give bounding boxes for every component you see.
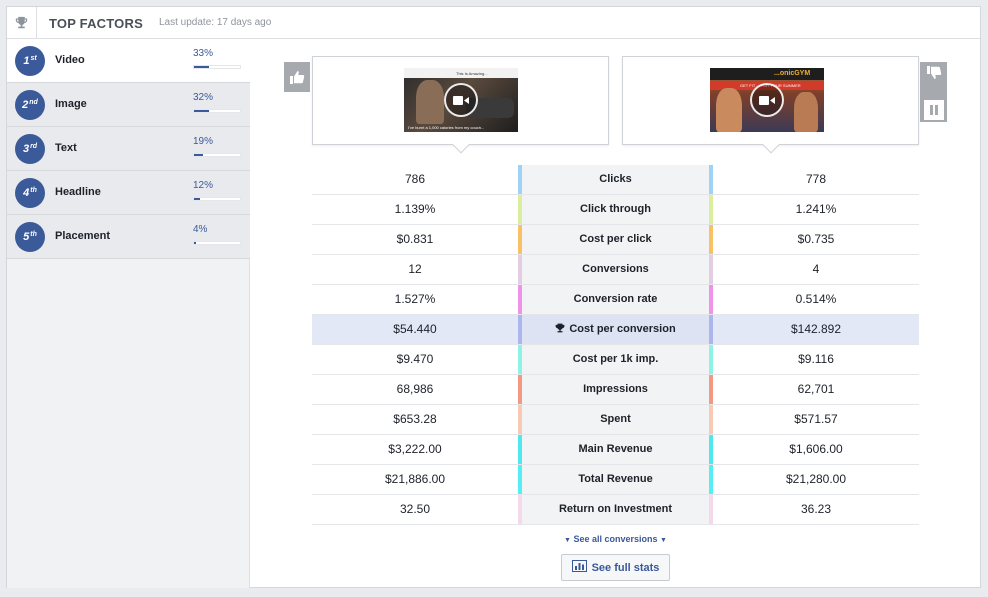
left-ad-value: $3,222.00 [388,442,442,456]
factor-name: Placement [55,230,111,242]
caret-down-icon: ▼ [660,537,667,544]
metric-label: Main Revenue [518,435,713,464]
right-ad-value: 62,701 [797,382,835,396]
right-ad-value: $571.57 [794,412,838,426]
thumbs-up-icon[interactable] [284,62,310,92]
left-ad-value: 1.527% [394,292,436,306]
ad-video-thumbnail[interactable]: ...onicGYM GET FIT ... FOR YOUR SUMMER [710,68,824,132]
metric-label: Cost per click [518,225,713,254]
left-ad-value: $653.28 [393,412,437,426]
factor-item-text[interactable]: 3rd Text 19% [7,127,250,171]
left-ad-value: 68,986 [396,382,434,396]
factor-percent: 33% [193,48,214,59]
gym-logo-text: ...onicGYM [774,70,811,77]
factor-name: Video [55,54,85,66]
see-full-stats-button[interactable]: See full stats [561,554,670,581]
factor-name: Headline [55,186,101,198]
factor-percent: 32% [193,92,214,103]
left-ad-value: $9.470 [396,352,434,366]
video-caption-top: This Is Amazing... [456,71,488,76]
factor-item-placement[interactable]: 5th Placement 4% [7,215,250,259]
factor-progress-bar [193,241,241,245]
loser-controls [920,62,947,122]
metric-label: Impressions [518,375,713,404]
ad-card-right[interactable]: ...onicGYM GET FIT ... FOR YOUR SUMMER [622,56,919,154]
factor-item-headline[interactable]: 4th Headline 12% [7,171,250,215]
caret-down-icon: ▼ [564,537,571,544]
play-video-icon[interactable] [750,83,784,117]
right-ad-value: 778 [805,172,827,186]
factor-name: Text [55,142,77,154]
metric-label: Conversions [518,255,713,284]
right-ad-value: 0.514% [795,292,837,306]
left-ad-value: $54.440 [393,322,437,336]
metric-label: Cost per 1k imp. [518,345,713,374]
table-row: $0.831 Cost per click $0.735 [312,225,919,255]
factors-sidebar: 1st Video 33% 2nd Image 32% 3rd Text 19%… [7,39,250,588]
table-row: 1.139% Click through 1.241% [312,195,919,225]
metric-label: Spent [518,405,713,434]
factor-percent: 4% [193,224,208,235]
table-row: 786 Clicks 778 [312,165,919,195]
rank-badge: 2nd [15,90,45,120]
table-row: $3,222.00 Main Revenue $1,606.00 [312,435,919,465]
metric-label: Return on Investment [518,495,713,524]
rank-badge: 4th [15,178,45,208]
top-factors-panel: TOP FACTORS Last update: 17 days ago 1st… [6,6,981,588]
metric-label: Click through [518,195,713,224]
factor-item-video[interactable]: 1st Video 33% [7,39,250,83]
thumbs-down-icon[interactable] [926,65,942,86]
right-ad-value: $9.116 [798,352,834,366]
factor-name: Image [55,98,87,110]
pause-icon[interactable] [923,99,944,120]
table-row: 12 Conversions 4 [312,255,919,285]
right-ad-value: $21,280.00 [785,472,847,486]
last-update-text: Last update: 17 days ago [159,17,272,28]
table-row: $54.440 Cost per conversion $142.892 [312,315,919,345]
metric-label: Conversion rate [518,285,713,314]
rank-badge: 1st [15,46,45,76]
rank-badge: 5th [15,222,45,252]
metric-label: Cost per conversion [518,315,713,344]
right-ad-value: 4 [812,262,820,276]
table-row: 68,986 Impressions 62,701 [312,375,919,405]
table-row: $653.28 Spent $571.57 [312,405,919,435]
left-ad-value: 786 [404,172,426,186]
metric-label: Total Revenue [518,465,713,494]
ad-card-left[interactable]: This Is Amazing... I've burnt a 1,000 ca… [312,56,609,154]
right-ad-value: $1,606.00 [789,442,843,456]
video-caption-bottom: I've burnt a 1,000 calories from my couc… [408,125,485,130]
table-row: $21,886.00 Total Revenue $21,280.00 [312,465,919,495]
panel-header: TOP FACTORS Last update: 17 days ago [7,7,980,39]
left-ad-value: 1.139% [394,202,436,216]
table-row: $9.470 Cost per 1k imp. $9.116 [312,345,919,375]
trophy-icon [7,7,37,38]
factor-progress-bar [193,153,241,157]
play-video-icon[interactable] [444,83,478,117]
right-ad-value: $142.892 [790,322,842,336]
panel-title: TOP FACTORS [49,16,143,31]
right-ad-value: $0.735 [797,232,835,246]
left-ad-value: $0.831 [396,232,434,246]
factor-progress-bar [193,109,241,113]
right-ad-value: 36.23 [800,502,832,516]
rank-badge: 3rd [15,134,45,164]
trophy-icon [555,323,569,335]
metric-label: Clicks [518,165,713,194]
chart-icon [571,560,587,575]
factor-progress-bar [193,65,241,69]
factor-progress-bar [193,197,241,201]
left-ad-value: 32.50 [399,502,431,516]
ad-video-thumbnail[interactable]: This Is Amazing... I've burnt a 1,000 ca… [404,68,518,132]
factor-item-image[interactable]: 2nd Image 32% [7,83,250,127]
left-ad-value: $21,886.00 [384,472,446,486]
table-row: 1.527% Conversion rate 0.514% [312,285,919,315]
comparison-table: 786 Clicks 778 1.139% Click through 1.241% $0.… [312,165,919,525]
right-ad-value: 1.241% [795,202,837,216]
factor-percent: 12% [193,180,214,191]
left-ad-value: 12 [408,262,422,276]
factor-percent: 19% [193,136,214,147]
table-row: 32.50 Return on Investment 36.23 [312,495,919,525]
see-all-conversions-link[interactable]: ▼ See all conversions ▼ [312,534,919,544]
